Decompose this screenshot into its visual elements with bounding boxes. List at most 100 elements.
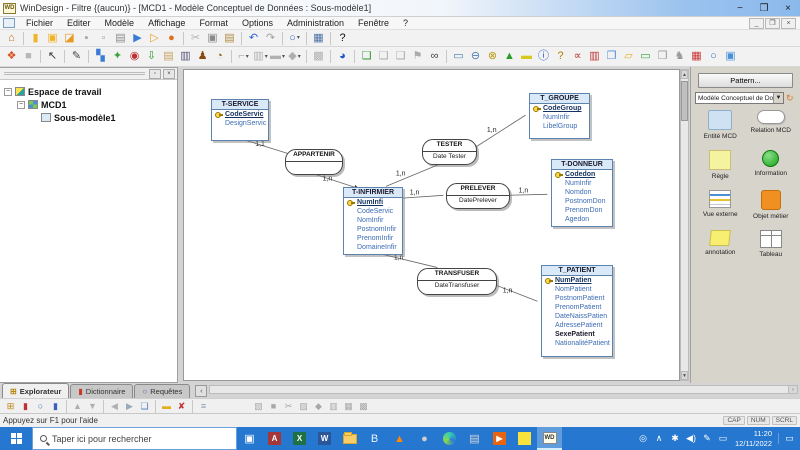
binoculars-icon[interactable]: ∞ <box>426 48 443 65</box>
search-view-icon[interactable]: ○ <box>33 400 48 413</box>
palette-item-info[interactable]: Information <box>746 150 797 180</box>
hidden-icons-chevron-icon[interactable]: ∧ <box>651 433 667 444</box>
copy-icon[interactable]: ▣ <box>204 31 221 46</box>
taskbar-search[interactable]: Taper ici pour rechercher <box>32 427 237 450</box>
access-icon[interactable]: A <box>262 427 287 450</box>
entity-tool-icon[interactable]: ▭ <box>450 48 467 65</box>
panel-restore-button[interactable]: ▫ <box>149 69 161 79</box>
save-icon[interactable]: ▪ <box>78 31 95 46</box>
relation-link[interactable] <box>473 115 525 149</box>
vertical-scrollbar[interactable]: ▲ ▼ <box>680 69 689 381</box>
layers-tool-icon[interactable]: ❏ <box>358 48 375 65</box>
order-tools-caret-icon[interactable]: ▾ <box>298 54 301 60</box>
scroll-right-icon[interactable]: › <box>788 386 797 393</box>
notification-center-icon[interactable]: ▭ <box>778 433 800 444</box>
diagram-canvas[interactable]: 1,11,n1,n1,n1,n1,n1,n1,n T-SERVICECodeSe… <box>183 69 680 381</box>
panel-grip[interactable] <box>4 72 145 75</box>
robot-tool-icon[interactable]: ♞ <box>671 48 688 65</box>
taskbar-clock[interactable]: 11:20 12/11/2022 <box>735 429 772 449</box>
nav-back-icon[interactable]: ◀ <box>107 400 122 413</box>
palette-item-entity[interactable]: Entité MCD <box>695 110 746 140</box>
hide-item-icon[interactable]: ✘ <box>174 400 189 413</box>
copy-document-icon[interactable]: ▣ <box>44 31 61 46</box>
vertical-scroll-thumb[interactable] <box>681 81 688 121</box>
panel-close-button[interactable]: × <box>163 69 175 79</box>
scroll-down-icon[interactable]: ▼ <box>681 371 688 380</box>
scheduler-tool-icon[interactable]: ◔ <box>211 48 228 65</box>
selection-area-tool-icon[interactable]: ▣ <box>722 48 739 65</box>
task-view-icon[interactable]: ▣ <box>237 427 262 450</box>
distribute-tools-icon[interactable]: ▥▾ <box>252 48 269 65</box>
show-label-icon[interactable]: ▬ <box>159 400 174 413</box>
palette-item-note[interactable]: annotation <box>695 230 746 258</box>
admin-tool-icon[interactable]: ♟ <box>194 48 211 65</box>
rule-tool-icon[interactable]: ▬ <box>518 48 535 65</box>
workspace-view-icon[interactable]: ⊞ <box>3 400 18 413</box>
menu-options[interactable]: Options <box>235 18 280 28</box>
tree-item-sous-mod-le1[interactable]: Sous-modèle1 <box>2 111 175 124</box>
tree-item-mcd1[interactable]: −MCD1 <box>2 98 175 111</box>
pattern-button[interactable]: Pattern... <box>698 73 793 88</box>
restore-button[interactable]: ❐ <box>752 1 776 16</box>
menu-fichier[interactable]: Fichier <box>19 18 60 28</box>
link-rule-tool-icon[interactable]: ∝ <box>569 48 586 65</box>
mdi-restore-button[interactable]: ❐ <box>765 18 780 29</box>
network-icon[interactable]: ✱ <box>667 433 683 444</box>
export-model-icon[interactable]: ▶ <box>129 31 146 46</box>
volume-icon[interactable]: ◀) <box>683 433 699 444</box>
navigator-tool-icon[interactable]: ◕ <box>334 48 351 65</box>
relation-prelever[interactable]: PRELEVERDatePrelever <box>446 183 510 209</box>
table-view-tool-icon[interactable]: ▥ <box>586 48 603 65</box>
menu-affichage[interactable]: Affichage <box>141 18 192 28</box>
tab-requtes[interactable]: ○Requêtes <box>134 384 190 398</box>
move-up-icon[interactable]: ▲ <box>70 400 85 413</box>
edge-icon[interactable] <box>437 427 462 450</box>
shape-blue-tool-icon[interactable]: ❒ <box>603 48 620 65</box>
paste-icon[interactable]: ▤ <box>221 31 238 46</box>
information-tool-icon[interactable]: ⓘ <box>535 48 552 65</box>
report-tool-icon[interactable]: ▥ <box>177 48 194 65</box>
tree-item-espace-de-travail[interactable]: −Espace de travail <box>2 85 175 98</box>
palette-item-object[interactable]: Objet métier <box>746 190 797 220</box>
palette-item-rule[interactable]: Règle <box>695 150 746 180</box>
refresh-icon[interactable]: ↻ <box>786 93 796 104</box>
horizontal-scrollbar[interactable]: › <box>209 385 798 394</box>
collapse-panel-icon[interactable]: ≡ <box>196 400 211 413</box>
relation-link[interactable] <box>247 141 292 155</box>
bluetooth-icon[interactable]: B <box>362 427 387 450</box>
file-explorer-icon[interactable] <box>337 427 362 450</box>
format-painter-icon[interactable]: ◉ <box>126 48 143 65</box>
order-tools-icon[interactable]: ◆▾ <box>286 48 303 65</box>
menu-format[interactable]: Format <box>192 18 235 28</box>
minimize-button[interactable]: − <box>728 1 752 16</box>
redo-icon[interactable]: ↷ <box>262 31 279 46</box>
menu-modle[interactable]: Modèle <box>98 18 142 28</box>
relation-link[interactable] <box>401 195 444 198</box>
gray-app-icon[interactable]: ● <box>412 427 437 450</box>
clipboard-tool-icon[interactable]: ▤ <box>160 48 177 65</box>
nav-forward-icon[interactable]: ▶ <box>122 400 137 413</box>
select-tool-icon[interactable]: ↖ <box>44 48 61 65</box>
mdi-close-button[interactable]: × <box>781 18 796 29</box>
menu-fentre[interactable]: Fenêtre <box>351 18 396 28</box>
relation-tool-icon[interactable]: ⊖ <box>467 48 484 65</box>
open-diagram-icon[interactable]: ❏ <box>137 400 152 413</box>
relation-link[interactable] <box>507 194 548 195</box>
entity-t-infirmier[interactable]: T-INFIRMIERNumInfiCodeServicNomInfirPost… <box>343 187 403 255</box>
zoom-area-tool-icon[interactable]: ○ <box>705 48 722 65</box>
folder-tool-icon[interactable]: ▱ <box>620 48 637 65</box>
size-tools-caret-icon[interactable]: ▾ <box>282 54 285 60</box>
grid-icon[interactable]: ▦ <box>310 31 327 46</box>
save-all-icon[interactable]: ▫ <box>95 31 112 46</box>
tab-explorateur[interactable]: ⊞Explorateur <box>2 383 69 398</box>
menu-administration[interactable]: Administration <box>280 18 351 28</box>
help-note-tool-icon[interactable]: ? <box>552 48 569 65</box>
menu-?[interactable]: ? <box>396 18 415 28</box>
relation-link[interactable] <box>386 165 438 187</box>
domain-tool-icon[interactable]: ▲ <box>501 48 518 65</box>
home-icon[interactable]: ⌂ <box>3 31 20 46</box>
model-type-dropdown[interactable]: Modèle Conceptuel de Do ▼ <box>695 92 784 104</box>
relation-link[interactable] <box>380 254 437 268</box>
media-player-icon[interactable]: ▶ <box>487 427 512 450</box>
shapes-tool-icon[interactable]: ✦ <box>109 48 126 65</box>
